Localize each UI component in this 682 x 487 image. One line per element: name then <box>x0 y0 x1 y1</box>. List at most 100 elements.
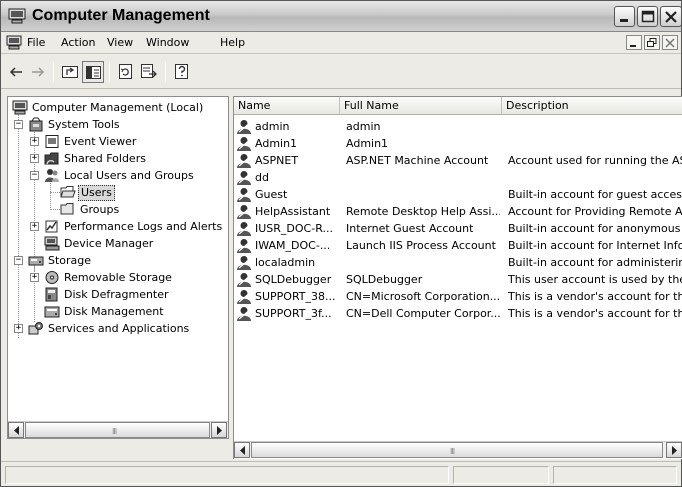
expand-icon[interactable]: + <box>14 324 23 333</box>
back-button[interactable] <box>5 61 27 83</box>
tree-label: Groups <box>80 203 120 216</box>
list-item[interactable]: ASPNET ASP.NET Machine Account Account use… <box>234 152 682 169</box>
close-button[interactable] <box>660 6 682 27</box>
menu-help[interactable]: Help <box>220 36 245 49</box>
list-horizontal-scrollbar[interactable]: III <box>234 441 682 458</box>
tree-label: Local Users and Groups <box>64 169 194 182</box>
scroll-left-button[interactable] <box>8 422 24 438</box>
menu-window[interactable]: Window <box>146 36 189 49</box>
computer-icon <box>12 100 28 115</box>
menu-file[interactable]: File <box>27 36 45 49</box>
cell-name: SUPPORT_38... <box>255 290 336 303</box>
users-list[interactable]: Name Full Name Description admin admin Adm… <box>233 96 682 459</box>
column-header-description[interactable]: Description <box>502 97 682 115</box>
tree-horizontal-scrollbar[interactable]: III <box>8 421 228 438</box>
user-account-icon <box>237 120 252 134</box>
status-panel-3 <box>553 466 677 484</box>
show-hide-tree-icon <box>86 66 101 79</box>
scroll-right-button[interactable] <box>211 422 227 438</box>
tree-item-system-tools[interactable]: − System Tools <box>12 116 228 133</box>
tree-item-device-manager[interactable]: Device Manager <box>12 235 228 252</box>
maximize-button[interactable] <box>637 6 658 27</box>
tree-item-event-viewer[interactable]: + Event Viewer <box>12 133 228 150</box>
tree-item-services-and-applications[interactable]: + Services and Applications <box>12 320 228 337</box>
tree-label: Computer Management (Local) <box>32 101 204 114</box>
scroll-thumb[interactable]: III <box>25 422 210 438</box>
tree-item-shared-folders[interactable]: + Shared Folders <box>12 150 228 167</box>
list-item[interactable]: Admin1 Admin1 <box>234 135 682 152</box>
tree-item-storage[interactable]: − Storage <box>12 252 228 269</box>
expand-icon[interactable]: + <box>30 137 39 146</box>
export-list-button[interactable] <box>138 61 160 83</box>
user-account-icon <box>237 307 252 321</box>
tree-item-users[interactable]: Users <box>12 184 228 201</box>
list-item[interactable]: Guest Built-in account for guest access t… <box>234 186 682 203</box>
cell-full-name: ASP.NET Machine Account <box>346 154 489 167</box>
tree-item-disk-defragmenter[interactable]: Disk Defragmenter <box>12 286 228 303</box>
tree-label-selected: Users <box>78 185 115 201</box>
list-item[interactable]: SQLDebugger SQLDebugger This user account … <box>234 271 682 288</box>
tree-label: Device Manager <box>64 237 154 250</box>
scroll-left-button[interactable] <box>234 442 250 458</box>
tree-label: Storage <box>48 254 92 267</box>
cell-description: Built-in account for anonymous acc <box>508 222 682 235</box>
title-bar[interactable]: Computer Management <box>1 1 682 32</box>
close-icon <box>665 38 675 48</box>
child-close-button[interactable] <box>662 35 678 50</box>
child-restore-button[interactable] <box>644 35 660 50</box>
cell-full-name: admin <box>346 120 381 133</box>
list-item[interactable]: admin admin <box>234 118 682 135</box>
cell-description: Built-in account for guest access to <box>508 188 682 201</box>
cell-full-name: Internet Guest Account <box>346 222 474 235</box>
tree-item-local-users-and-groups[interactable]: − Local Users and Groups <box>12 167 228 184</box>
tree-item-performance-logs[interactable]: + Performance Logs and Alerts <box>12 218 228 235</box>
tree-item-computer-management[interactable]: Computer Management (Local) <box>12 99 228 116</box>
system-tools-icon <box>29 117 43 132</box>
column-header-full-name[interactable]: Full Name <box>340 97 502 115</box>
cell-description: This user account is used by the Vi <box>508 273 682 286</box>
show-hide-tree-button[interactable] <box>82 61 104 83</box>
collapse-icon[interactable]: − <box>14 256 23 265</box>
cell-name: SQLDebugger <box>255 273 332 286</box>
cell-description: Built-in account for administering th <box>508 256 682 269</box>
cell-name: Guest <box>255 188 288 201</box>
user-account-icon <box>237 222 252 236</box>
console-tree[interactable]: Computer Management (Local) − System Too… <box>7 96 229 439</box>
scroll-thumb[interactable]: III <box>251 442 663 458</box>
menu-action[interactable]: Action <box>61 36 95 49</box>
list-item[interactable]: SUPPORT_38... CN=Microsoft Corporation...… <box>234 288 682 305</box>
cell-name: IUSR_DOC-R... <box>255 222 333 235</box>
list-item[interactable]: localadmin Built-in account for administe… <box>234 254 682 271</box>
list-item[interactable]: dd <box>234 169 682 186</box>
cell-full-name: Remote Desktop Help Assi... <box>346 205 500 218</box>
cell-full-name: Admin1 <box>346 137 389 150</box>
list-item[interactable]: IUSR_DOC-R... Internet Guest Account Built… <box>234 220 682 237</box>
refresh-button[interactable] <box>115 61 137 83</box>
document-window-icon[interactable] <box>6 35 22 50</box>
arrow-left-icon <box>14 426 19 435</box>
minimize-button[interactable] <box>614 6 635 27</box>
help-button[interactable] <box>171 61 193 83</box>
up-one-level-button[interactable] <box>59 61 81 83</box>
tree-item-removable-storage[interactable]: + Removable Storage <box>12 269 228 286</box>
tree-label: Disk Defragmenter <box>64 288 169 301</box>
cell-full-name: Launch IIS Process Account <box>346 239 496 252</box>
forward-button[interactable] <box>27 61 49 83</box>
cell-description: This is a vendor's account for the H <box>508 290 682 303</box>
tree-label: Event Viewer <box>64 135 137 148</box>
expand-icon[interactable]: + <box>30 222 39 231</box>
scroll-right-button[interactable] <box>666 442 682 458</box>
list-item[interactable]: IWAM_DOC-... Launch IIS Process Account Bu… <box>234 237 682 254</box>
tree-item-groups[interactable]: Groups <box>12 201 228 218</box>
expand-icon[interactable]: + <box>30 154 39 163</box>
menu-view[interactable]: View <box>107 36 133 49</box>
collapse-icon[interactable]: − <box>30 171 39 180</box>
child-minimize-button[interactable] <box>626 35 642 50</box>
list-item[interactable]: HelpAssistant Remote Desktop Help Assi...… <box>234 203 682 220</box>
column-header-name[interactable]: Name <box>234 97 340 115</box>
list-item[interactable]: SUPPORT_3f... CN=Dell Computer Corpor... T… <box>234 305 682 322</box>
expand-icon[interactable]: + <box>30 273 39 282</box>
tree-item-disk-management[interactable]: Disk Management <box>12 303 228 320</box>
collapse-icon[interactable]: − <box>14 120 23 129</box>
user-account-icon <box>237 171 252 185</box>
